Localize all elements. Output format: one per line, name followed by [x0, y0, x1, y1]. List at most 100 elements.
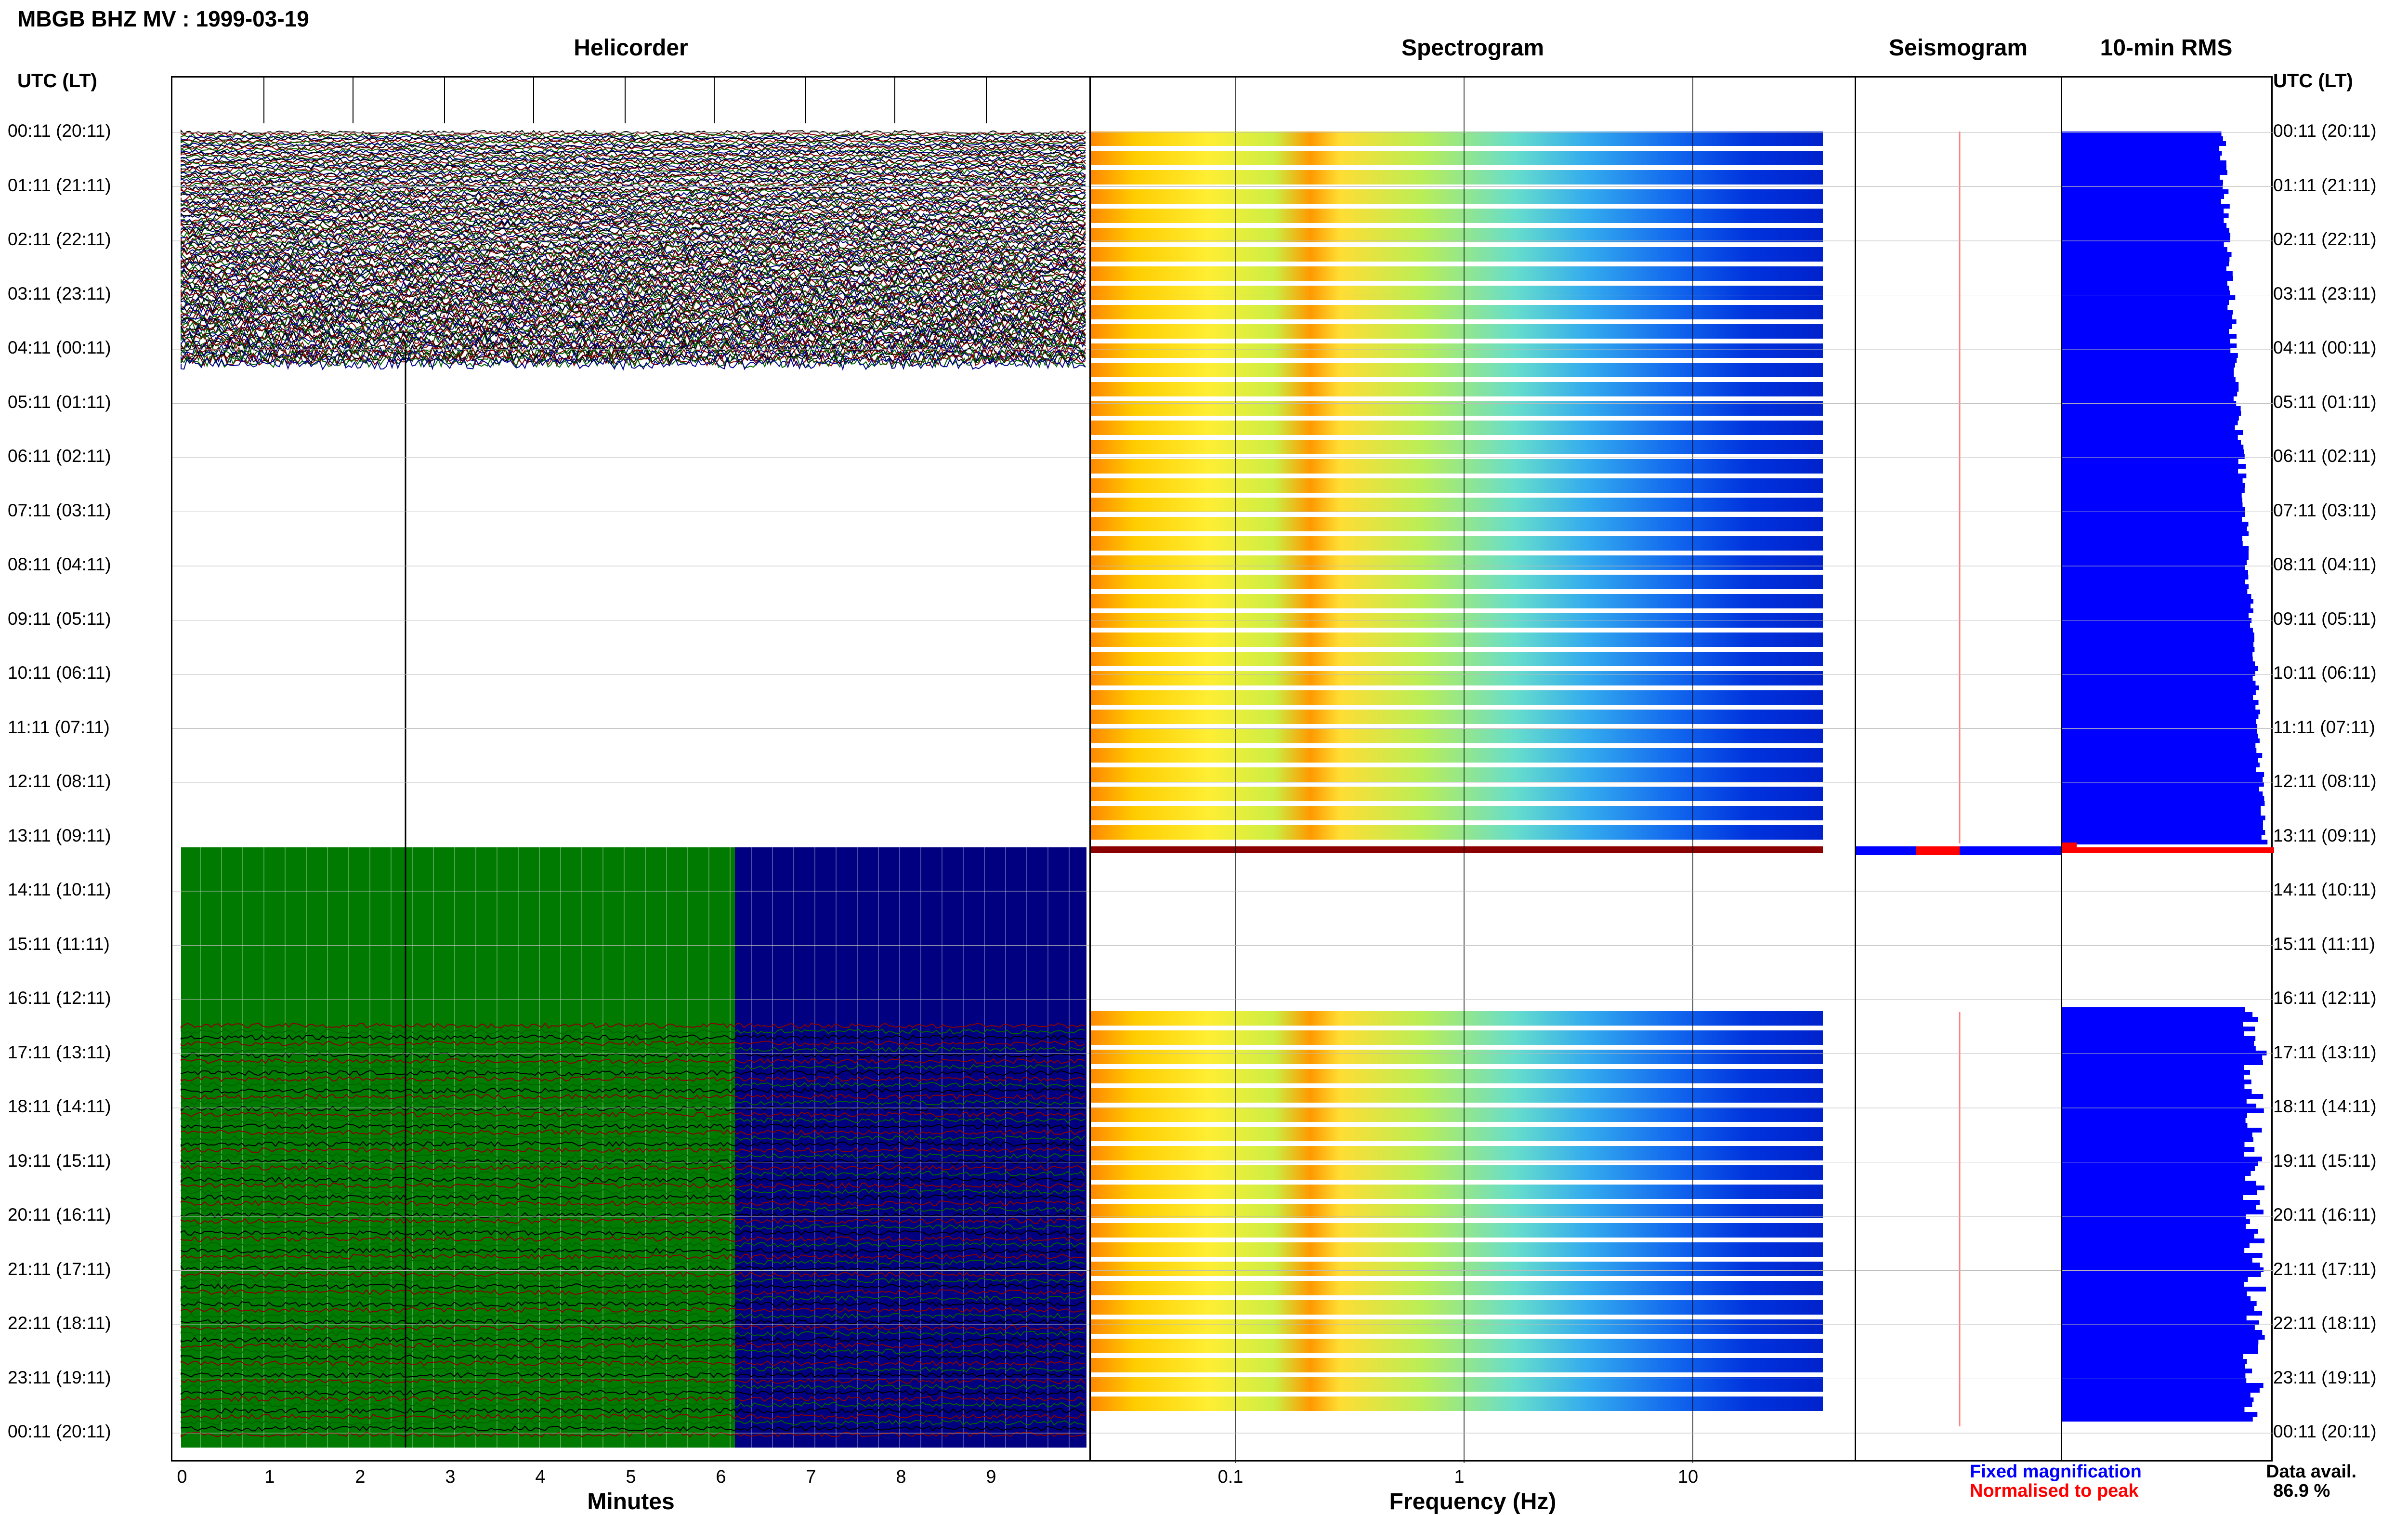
rms-bar: [2062, 1340, 2259, 1344]
rms-bar: [2062, 300, 2229, 305]
minutes-axis-title: Minutes: [587, 1489, 675, 1515]
rms-bar: [2062, 1166, 2255, 1171]
rms-bar: [2062, 1359, 2247, 1364]
rms-bar: [2062, 1133, 2252, 1137]
rms-bar: [2062, 570, 2248, 575]
rms-bar: [2062, 758, 2258, 763]
spectrogram-row: [1091, 1011, 1823, 1026]
minute-tick-6: 6: [716, 1467, 726, 1487]
rms-bar: [2062, 1046, 2256, 1051]
rms-bar: [2062, 1031, 2244, 1036]
minute-tick-5: 5: [626, 1467, 636, 1487]
spectrogram-row: [1091, 1396, 1823, 1411]
rms-bar-normalised: [2062, 843, 2077, 847]
rms-bar: [2062, 165, 2226, 170]
seismogram-band-fixed: [1856, 846, 2064, 855]
time-label-right-19: 19:11 (15:11): [2273, 1150, 2377, 1171]
rms-bar: [2062, 1051, 2267, 1055]
spectrogram-row: [1091, 324, 1823, 339]
seismogram-band-normalised: [1916, 846, 1960, 855]
rms-bar: [2062, 1108, 2264, 1113]
spectrogram-row: [1091, 575, 1823, 589]
time-label-left-13: 13:11 (09:11): [8, 825, 111, 845]
rms-bar: [2062, 478, 2243, 483]
rms-bar: [2062, 724, 2258, 729]
rms-bar: [2062, 160, 2226, 165]
rms-panel: [2061, 76, 2274, 1462]
time-label-left-23: 23:11 (19:11): [8, 1367, 111, 1387]
rms-bar: [2062, 469, 2238, 474]
spectrogram-row: [1091, 421, 1823, 435]
rms-bar: [2062, 290, 2230, 295]
time-label-left-16: 16:11 (12:11): [8, 988, 111, 1008]
spectrogram-row: [1091, 209, 1823, 223]
rms-bar: [2062, 594, 2251, 599]
rms-bar: [2062, 806, 2261, 811]
rms-bar: [2062, 237, 2230, 242]
rms-bar: [2062, 1263, 2260, 1267]
rms-bar: [2062, 772, 2264, 777]
saturated-blue-block: [735, 847, 1086, 1448]
time-label-left-7: 07:11 (03:11): [8, 500, 111, 520]
spectrogram-row: [1091, 1300, 1823, 1315]
rms-bar: [2062, 454, 2245, 459]
rms-bar: [2062, 1113, 2247, 1118]
rms-bar: [2062, 1417, 2253, 1422]
rms-bar: [2062, 151, 2222, 156]
rms-bar: [2062, 604, 2251, 608]
rms-bar: [2062, 1354, 2243, 1359]
rms-bar: [2062, 1007, 2245, 1012]
rms-bar: [2062, 416, 2239, 421]
time-label-right-7: 07:11 (03:11): [2273, 500, 2377, 520]
rms-bar: [2062, 1205, 2256, 1210]
rms-bar: [2062, 700, 2259, 705]
rms-bar: [2062, 777, 2263, 782]
rms-bar: [2062, 213, 2229, 218]
rms-bar: [2062, 1369, 2252, 1373]
rms-bar: [2062, 637, 2254, 642]
rms-bar: [2062, 1036, 2256, 1041]
rms-bar: [2062, 551, 2249, 555]
rms-bar: [2062, 632, 2254, 637]
spectrogram-row: [1091, 555, 1823, 570]
rms-bar: [2062, 1152, 2244, 1157]
rms-bar: [2062, 541, 2243, 546]
rms-bar: [2062, 748, 2257, 753]
rms-bar: [2062, 738, 2260, 743]
rms-bar: [2062, 1301, 2257, 1306]
rms-bar: [2062, 1123, 2248, 1128]
rms-bar: [2062, 411, 2241, 416]
rms-bar: [2062, 1243, 2250, 1248]
rms-bar: [2062, 1080, 2251, 1084]
rms-bar: [2062, 1393, 2251, 1397]
rms-bar: [2062, 209, 2224, 213]
time-label-left-3: 03:11 (23:11): [8, 283, 111, 303]
rms-bar: [2062, 334, 2237, 339]
rms-bar: [2062, 714, 2259, 719]
rms-bar: [2062, 695, 2253, 700]
time-label-left-24: 00:11 (20:11): [8, 1422, 111, 1441]
rms-bar: [2062, 647, 2255, 652]
time-label-left-5: 05:11 (01:11): [8, 392, 111, 412]
rms-bar: [2062, 324, 2232, 329]
spectrogram-row: [1091, 228, 1823, 242]
rms-bar: [2062, 1022, 2243, 1027]
rms-bar: [2062, 1272, 2261, 1277]
rms-bar: [2062, 464, 2246, 469]
time-label-right-8: 08:11 (04:11): [2273, 554, 2377, 574]
rms-bar: [2062, 589, 2248, 594]
rms-bar: [2062, 358, 2237, 363]
spectrogram-row: [1091, 266, 1823, 281]
time-label-right-6: 06:11 (02:11): [2273, 446, 2377, 466]
spectrogram-row: [1091, 132, 1823, 146]
rms-bar: [2062, 642, 2254, 647]
frequency-tick-1: 1: [1454, 1467, 1465, 1487]
helicorder-plot: [172, 78, 1092, 1448]
rms-bar: [2062, 1176, 2245, 1181]
rms-bar: [2062, 1210, 2264, 1214]
time-label-right-23: 23:11 (19:11): [2273, 1367, 2377, 1387]
rms-bar: [2062, 801, 2265, 806]
spectrogram-row: [1091, 1088, 1823, 1103]
frequency-tick-2: 10: [1677, 1467, 1699, 1487]
rms-plot: [2062, 132, 2274, 1434]
